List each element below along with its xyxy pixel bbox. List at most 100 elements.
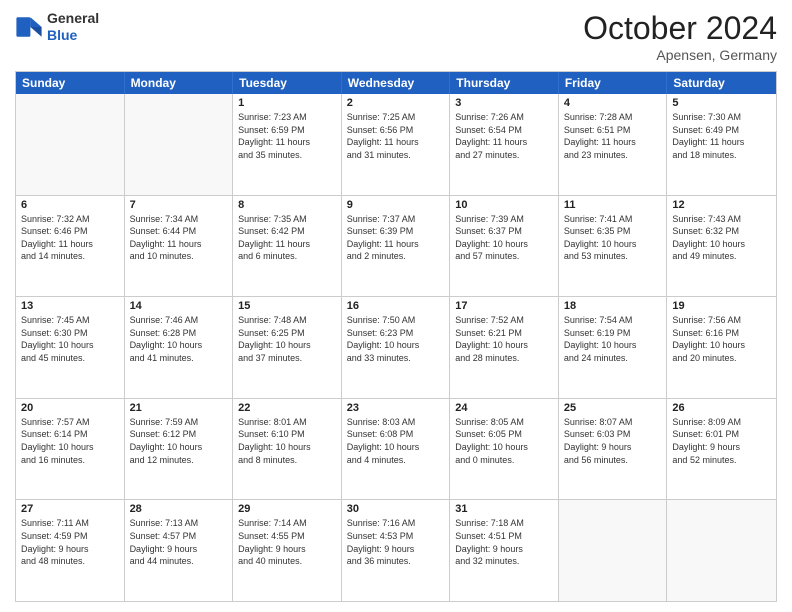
cell-line: Sunset: 6:49 PM [672, 124, 771, 137]
cell-line: Daylight: 10 hours [130, 441, 228, 454]
cell-line: and 12 minutes. [130, 454, 228, 467]
cell-line: Daylight: 9 hours [130, 543, 228, 556]
day-number: 2 [347, 97, 445, 109]
cell-line: Sunset: 6:35 PM [564, 225, 662, 238]
cell-line: and 28 minutes. [455, 352, 553, 365]
calendar-cell [667, 500, 776, 601]
cell-line: Sunrise: 7:25 AM [347, 111, 445, 124]
calendar-cell: 31Sunrise: 7:18 AMSunset: 4:51 PMDayligh… [450, 500, 559, 601]
cell-line: and 57 minutes. [455, 250, 553, 263]
calendar-cell [16, 94, 125, 195]
cell-line: Sunrise: 7:16 AM [347, 517, 445, 530]
cell-line: Daylight: 11 hours [672, 136, 771, 149]
cell-line: Sunrise: 7:18 AM [455, 517, 553, 530]
calendar-body: 1Sunrise: 7:23 AMSunset: 6:59 PMDaylight… [16, 94, 776, 601]
calendar-cell: 12Sunrise: 7:43 AMSunset: 6:32 PMDayligh… [667, 196, 776, 297]
cell-line: Sunset: 6:46 PM [21, 225, 119, 238]
cell-line: and 0 minutes. [455, 454, 553, 467]
header-day-monday: Monday [125, 72, 234, 94]
cell-line: and 4 minutes. [347, 454, 445, 467]
cell-line: Sunset: 4:55 PM [238, 530, 336, 543]
day-number: 30 [347, 503, 445, 515]
cell-line: Sunset: 6:14 PM [21, 428, 119, 441]
calendar-cell [125, 94, 234, 195]
calendar-cell: 5Sunrise: 7:30 AMSunset: 6:49 PMDaylight… [667, 94, 776, 195]
cell-line: and 18 minutes. [672, 149, 771, 162]
cell-line: Daylight: 10 hours [455, 441, 553, 454]
cell-line: Daylight: 10 hours [672, 339, 771, 352]
day-number: 6 [21, 199, 119, 211]
logo-general: General [47, 10, 99, 27]
cell-line: Sunrise: 7:37 AM [347, 213, 445, 226]
cell-line: Sunrise: 7:59 AM [130, 416, 228, 429]
cell-line: and 24 minutes. [564, 352, 662, 365]
cell-line: Daylight: 10 hours [347, 441, 445, 454]
cell-line: Sunset: 6:56 PM [347, 124, 445, 137]
cell-line: and 37 minutes. [238, 352, 336, 365]
cell-line: Daylight: 10 hours [21, 339, 119, 352]
day-number: 5 [672, 97, 771, 109]
cell-line: Sunset: 6:25 PM [238, 327, 336, 340]
cell-line: and 44 minutes. [130, 555, 228, 568]
day-number: 3 [455, 97, 553, 109]
cell-line: Sunset: 6:19 PM [564, 327, 662, 340]
day-number: 23 [347, 402, 445, 414]
cell-line: Sunrise: 7:43 AM [672, 213, 771, 226]
cell-line: Sunrise: 7:54 AM [564, 314, 662, 327]
day-number: 31 [455, 503, 553, 515]
cell-line: Sunset: 6:28 PM [130, 327, 228, 340]
page: General Blue October 2024 Apensen, Germa… [0, 0, 792, 612]
cell-line: and 41 minutes. [130, 352, 228, 365]
cell-line: Daylight: 10 hours [238, 339, 336, 352]
day-number: 1 [238, 97, 336, 109]
calendar-cell: 8Sunrise: 7:35 AMSunset: 6:42 PMDaylight… [233, 196, 342, 297]
cell-line: Sunset: 4:59 PM [21, 530, 119, 543]
calendar-cell: 22Sunrise: 8:01 AMSunset: 6:10 PMDayligh… [233, 399, 342, 500]
cell-line: Sunrise: 7:11 AM [21, 517, 119, 530]
calendar-row-1: 1Sunrise: 7:23 AMSunset: 6:59 PMDaylight… [16, 94, 776, 195]
cell-line: Daylight: 11 hours [347, 136, 445, 149]
cell-line: Daylight: 9 hours [455, 543, 553, 556]
cell-line: Sunset: 4:57 PM [130, 530, 228, 543]
calendar-cell: 3Sunrise: 7:26 AMSunset: 6:54 PMDaylight… [450, 94, 559, 195]
cell-line: Sunrise: 8:05 AM [455, 416, 553, 429]
cell-line: Sunset: 6:16 PM [672, 327, 771, 340]
logo-blue: Blue [47, 27, 99, 44]
calendar-row-3: 13Sunrise: 7:45 AMSunset: 6:30 PMDayligh… [16, 296, 776, 398]
calendar-row-5: 27Sunrise: 7:11 AMSunset: 4:59 PMDayligh… [16, 499, 776, 601]
calendar-cell: 18Sunrise: 7:54 AMSunset: 6:19 PMDayligh… [559, 297, 668, 398]
calendar-cell: 17Sunrise: 7:52 AMSunset: 6:21 PMDayligh… [450, 297, 559, 398]
calendar-cell: 13Sunrise: 7:45 AMSunset: 6:30 PMDayligh… [16, 297, 125, 398]
cell-line: Sunset: 6:39 PM [347, 225, 445, 238]
cell-line: Sunrise: 7:32 AM [21, 213, 119, 226]
cell-line: Daylight: 10 hours [130, 339, 228, 352]
calendar-header: SundayMondayTuesdayWednesdayThursdayFrid… [16, 72, 776, 94]
cell-line: and 48 minutes. [21, 555, 119, 568]
cell-line: Daylight: 10 hours [21, 441, 119, 454]
cell-line: and 53 minutes. [564, 250, 662, 263]
day-number: 13 [21, 300, 119, 312]
cell-line: Sunrise: 7:56 AM [672, 314, 771, 327]
day-number: 27 [21, 503, 119, 515]
cell-line: Sunrise: 7:41 AM [564, 213, 662, 226]
cell-line: and 2 minutes. [347, 250, 445, 263]
header-day-saturday: Saturday [667, 72, 776, 94]
day-number: 17 [455, 300, 553, 312]
cell-line: Daylight: 9 hours [672, 441, 771, 454]
calendar-cell: 6Sunrise: 7:32 AMSunset: 6:46 PMDaylight… [16, 196, 125, 297]
cell-line: Daylight: 10 hours [564, 238, 662, 251]
calendar-cell: 2 Sunrise: 7:25 AMSunset: 6:56 PMDaylight… [342, 94, 451, 195]
calendar-cell: 29Sunrise: 7:14 AMSunset: 4:55 PMDayligh… [233, 500, 342, 601]
day-number: 29 [238, 503, 336, 515]
month-title: October 2024 [583, 10, 777, 47]
cell-line: and 33 minutes. [347, 352, 445, 365]
cell-line: Daylight: 10 hours [455, 339, 553, 352]
cell-line: Daylight: 9 hours [21, 543, 119, 556]
day-number: 14 [130, 300, 228, 312]
cell-line: Daylight: 11 hours [238, 136, 336, 149]
calendar-cell [559, 500, 668, 601]
cell-line: Sunset: 4:53 PM [347, 530, 445, 543]
day-number: 20 [21, 402, 119, 414]
cell-line: Sunrise: 7:26 AM [455, 111, 553, 124]
logo: General Blue [15, 10, 99, 44]
